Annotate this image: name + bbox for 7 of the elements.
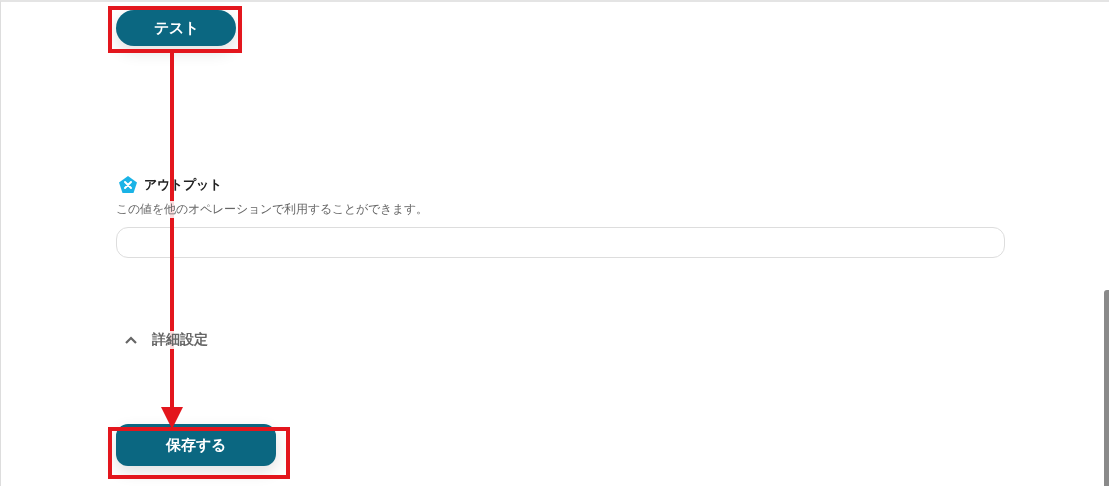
chevron-up-icon bbox=[124, 335, 138, 345]
test-button[interactable]: テスト bbox=[116, 10, 236, 46]
output-field[interactable] bbox=[116, 227, 1005, 258]
variable-icon bbox=[118, 175, 138, 195]
scrollbar-thumb[interactable] bbox=[1104, 290, 1109, 486]
section-title: アウトプット bbox=[144, 176, 222, 194]
save-button[interactable]: 保存する bbox=[116, 424, 276, 466]
